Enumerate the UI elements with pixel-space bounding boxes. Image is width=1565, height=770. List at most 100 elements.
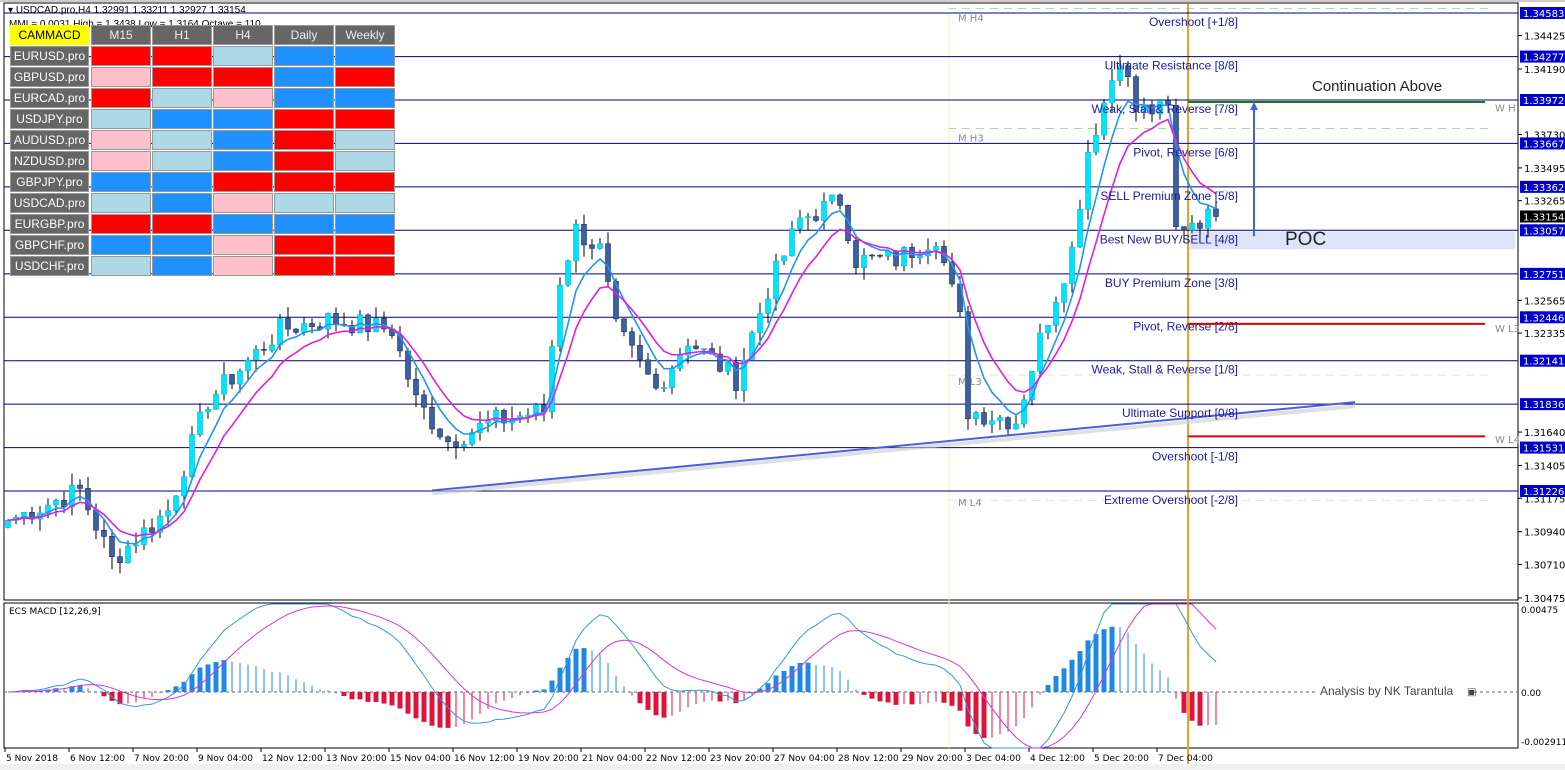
macd-histogram-bar xyxy=(869,692,875,699)
macd-histogram-bar xyxy=(511,692,513,698)
candle-body xyxy=(1197,222,1203,229)
candle-body xyxy=(229,374,235,385)
candle-body xyxy=(565,260,571,286)
macd-histogram-bar xyxy=(463,692,465,725)
macd-histogram-bar xyxy=(159,692,161,694)
time-tick-label: 6 Nov 12:00 xyxy=(70,754,125,764)
matrix-signal-cell xyxy=(152,235,212,255)
candle-body xyxy=(125,545,131,564)
time-tick-label: 3 Dec 04:00 xyxy=(966,754,1021,764)
murrey-level-label: Pivot, Reverse [6/8] xyxy=(1133,145,1238,159)
candle-body xyxy=(813,216,819,221)
macd-histogram-bar xyxy=(941,692,947,703)
candle-body xyxy=(877,254,883,257)
matrix-signal-cell xyxy=(213,109,273,129)
candle-body xyxy=(853,240,859,268)
candle-body xyxy=(789,228,795,257)
candle-body xyxy=(581,224,587,246)
candle-body xyxy=(1173,105,1179,227)
price-tick-label: 1.33265 xyxy=(1524,197,1565,208)
macd-histogram-bar xyxy=(479,692,481,714)
matrix-signal-cell xyxy=(335,46,395,66)
macd-histogram-bar xyxy=(949,692,955,706)
macd-histogram-bar xyxy=(1101,629,1107,692)
macd-histogram-bar xyxy=(855,689,857,692)
matrix-signal-cell xyxy=(152,256,212,276)
candle-body xyxy=(149,527,155,533)
weekly-label: W L4 xyxy=(1495,435,1520,446)
macd-histogram-bar xyxy=(903,692,905,704)
candle-body xyxy=(765,298,771,314)
matrix-signal-cell xyxy=(213,214,273,234)
price-tick-label: 1.33495 xyxy=(1524,164,1565,175)
candle-body xyxy=(757,313,763,333)
price-tick-label: 1.31405 xyxy=(1524,462,1565,473)
macd-histogram-bar xyxy=(1119,627,1121,692)
matrix-row-symbol: USDCAD.pro xyxy=(10,193,89,213)
matrix-signal-cell xyxy=(274,130,334,150)
level-price-tag-label: 1.33972 xyxy=(1523,96,1564,107)
time-tick-label: 12 Nov 12:00 xyxy=(262,754,323,764)
macd-histogram-bar xyxy=(495,692,497,704)
matrix-signal-cell xyxy=(274,256,334,276)
macd-histogram-bar xyxy=(1159,670,1161,692)
murrey-math-label: M L4 xyxy=(958,498,982,509)
matrix-signal-cell xyxy=(152,88,212,108)
macd-histogram-bar xyxy=(703,692,705,702)
macd-histogram-bar xyxy=(599,653,601,692)
matrix-signal-cell xyxy=(274,67,334,87)
macd-histogram-bar xyxy=(1197,692,1203,726)
macd-histogram-bar xyxy=(671,692,673,716)
murrey-level-label: Weak, Stall & Reverse [7/8] xyxy=(1091,102,1238,116)
candle-body xyxy=(373,317,379,333)
candle-body xyxy=(629,331,635,346)
watermark-label: Analysis by NK Tarantula xyxy=(1320,684,1454,698)
macd-histogram-bar xyxy=(1167,677,1169,692)
macd-histogram-bar xyxy=(319,689,321,692)
candle-body xyxy=(485,420,491,424)
macd-histogram-bar xyxy=(271,671,273,692)
time-tick-label: 5 Dec 20:00 xyxy=(1094,754,1149,764)
time-tick-label: 7 Nov 20:00 xyxy=(134,754,189,764)
candle-body xyxy=(253,349,259,361)
candle-body xyxy=(1045,325,1051,334)
macd-histogram-bar xyxy=(1039,692,1041,695)
candle-body xyxy=(1021,399,1027,425)
dropdown-triangle-icon[interactable]: ▾ xyxy=(8,5,16,16)
matrix-signal-cell xyxy=(152,67,212,87)
macd-histogram-bar xyxy=(429,692,435,726)
murrey-math-label: M H4 xyxy=(958,14,984,25)
matrix-signal-cell xyxy=(213,88,273,108)
matrix-signal-cell xyxy=(91,214,151,234)
murrey-level-label: Weak, Stall & Reverse [1/8] xyxy=(1091,363,1238,377)
macd-histogram-bar xyxy=(679,692,681,712)
macd-histogram-bar xyxy=(373,692,379,703)
candle-body xyxy=(597,243,603,249)
matrix-signal-cell xyxy=(213,235,273,255)
matrix-signal-cell xyxy=(335,88,395,108)
macd-histogram-bar xyxy=(421,692,427,722)
macd-histogram-bar xyxy=(1135,643,1137,692)
macd-histogram-bar xyxy=(247,664,249,692)
arrow-head-icon xyxy=(1250,102,1258,111)
candle-body xyxy=(605,243,611,282)
macd-histogram-bar xyxy=(645,692,651,710)
matrix-signal-cell xyxy=(213,151,273,171)
matrix-row-symbol: NZDUSD.pro xyxy=(10,151,89,171)
macd-histogram-bar xyxy=(87,688,89,692)
candle-body xyxy=(997,417,1003,422)
macd-histogram-bar xyxy=(231,661,233,692)
murrey-level-label: Pivot, Reverse [2/8] xyxy=(1133,319,1238,333)
macd-histogram-bar xyxy=(405,692,411,714)
matrix-signal-cell xyxy=(335,256,395,276)
macd-histogram-bar xyxy=(1215,692,1217,725)
macd-histogram-bar xyxy=(303,682,305,692)
macd-histogram-bar xyxy=(357,692,363,700)
candle-body xyxy=(1005,417,1011,430)
matrix-row-symbol: USDCHF.pro xyxy=(10,256,89,276)
candle-body xyxy=(981,412,987,425)
candle-body xyxy=(293,328,299,333)
macd-histogram-bar xyxy=(1093,634,1099,692)
price-tick-label: 1.30475 xyxy=(1524,594,1565,605)
candle-body xyxy=(69,484,75,507)
